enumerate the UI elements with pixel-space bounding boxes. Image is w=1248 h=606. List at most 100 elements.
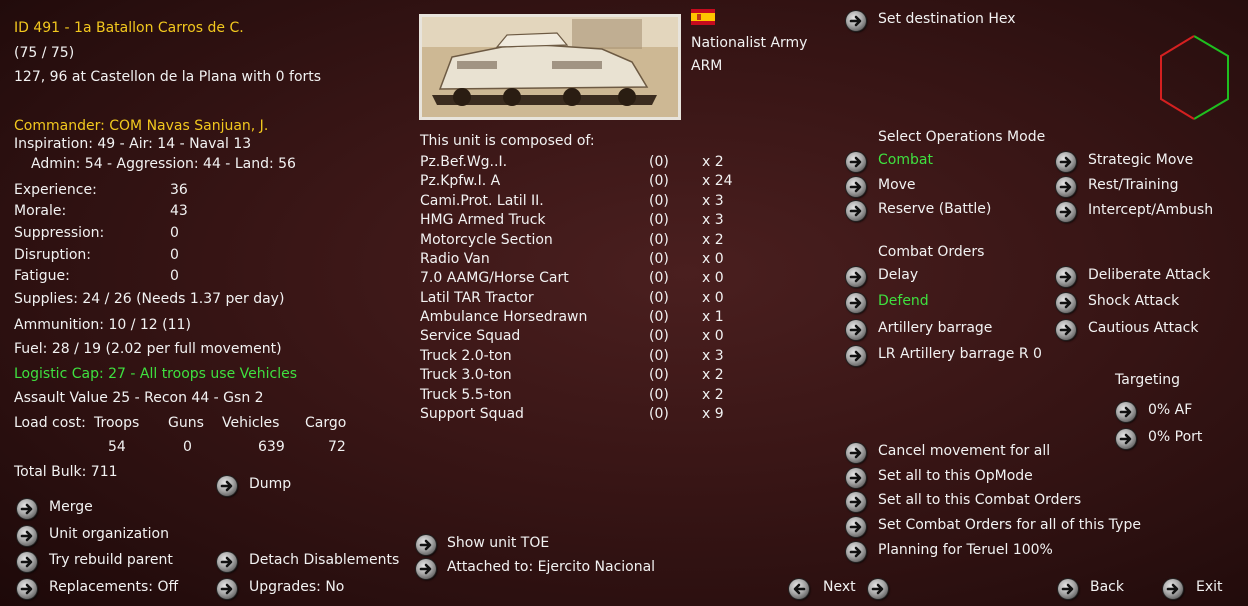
merge-button[interactable]: Merge — [49, 498, 93, 516]
composition-item-zero: (0) — [649, 270, 669, 286]
unit-organization-button[interactable]: Unit organization — [49, 525, 169, 543]
composition-item-name: Service Squad — [420, 328, 521, 344]
dump-arrow-icon[interactable] — [217, 476, 237, 496]
load-value-guns: 0 — [183, 439, 192, 455]
commander-inspiration: Inspiration: 49 - Air: 14 - Naval 13 — [14, 136, 252, 152]
stat-value: 43 — [170, 203, 188, 219]
unit-organization-arrow-icon[interactable] — [17, 526, 37, 546]
order-cautious-attack-option[interactable]: Cautious Attack — [1088, 319, 1198, 337]
attached-to-arrow-icon[interactable] — [416, 559, 436, 579]
composition-item-zero: (0) — [649, 173, 669, 189]
load-value-cargo: 72 — [328, 439, 346, 455]
merge-arrow-icon[interactable] — [17, 499, 37, 519]
show-unit-toe-button[interactable]: Show unit TOE — [447, 534, 549, 552]
targeting-port-arrow-icon[interactable] — [1116, 429, 1136, 449]
set-all-opmode-button[interactable]: Set all to this OpMode — [878, 467, 1033, 485]
show-toe-arrow-icon[interactable] — [416, 535, 436, 555]
load-value-troops: 54 — [108, 439, 126, 455]
order-lr-artillery-option[interactable]: LR Artillery barrage R 0 — [878, 345, 1042, 363]
move-arrow-icon[interactable] — [846, 177, 866, 197]
back-button[interactable]: Back — [1090, 578, 1124, 596]
order-deliberate-attack-option[interactable]: Deliberate Attack — [1088, 266, 1210, 284]
composition-title: This unit is composed of: — [420, 133, 595, 149]
order-defend-option[interactable]: Defend — [878, 292, 929, 310]
dump-button[interactable]: Dump — [249, 475, 291, 493]
composition-item-name: 7.0 AAMG/Horse Cart — [420, 270, 569, 286]
total-bulk-text: Total Bulk: 711 — [14, 464, 118, 480]
load-header-troops: Troops — [94, 415, 140, 431]
order-delay-option[interactable]: Delay — [878, 266, 918, 284]
ops-strategic-move-option[interactable]: Strategic Move — [1088, 151, 1193, 169]
rest-training-arrow-icon[interactable] — [1056, 177, 1076, 197]
ops-intercept-ambush-option[interactable]: Intercept/Ambush — [1088, 201, 1213, 219]
shock-attack-arrow-icon[interactable] — [1056, 293, 1076, 313]
commander-admin: Admin: 54 - Aggression: 44 - Land: 56 — [31, 156, 296, 172]
try-rebuild-arrow-icon[interactable] — [17, 552, 37, 572]
order-artillery-barrage-option[interactable]: Artillery barrage — [878, 319, 992, 337]
ops-move-option[interactable]: Move — [878, 176, 916, 194]
stat-value: 0 — [170, 225, 179, 241]
hex-direction-icon — [1160, 35, 1229, 120]
strategic-move-arrow-icon[interactable] — [1056, 152, 1076, 172]
cancel-movement-button[interactable]: Cancel movement for all — [878, 442, 1050, 460]
try-rebuild-parent-button[interactable]: Try rebuild parent — [49, 551, 173, 569]
stat-label: Experience: — [14, 182, 97, 198]
ops-rest-training-option[interactable]: Rest/Training — [1088, 176, 1178, 194]
exit-button[interactable]: Exit — [1196, 578, 1223, 596]
ops-reserve-option[interactable]: Reserve (Battle) — [878, 200, 991, 218]
order-shock-attack-option[interactable]: Shock Attack — [1088, 292, 1179, 310]
set-combat-orders-type-button[interactable]: Set Combat Orders for all of this Type — [878, 516, 1141, 534]
lr-artillery-arrow-icon[interactable] — [846, 346, 866, 366]
detach-disablements-button[interactable]: Detach Disablements — [249, 551, 399, 569]
composition-item-zero: (0) — [649, 367, 669, 383]
detach-arrow-icon[interactable] — [217, 552, 237, 572]
composition-item-name: HMG Armed Truck — [420, 212, 546, 228]
composition-item-name: Truck 2.0-ton — [420, 348, 512, 364]
exit-arrow-icon[interactable] — [1163, 579, 1183, 599]
unit-photo — [419, 14, 681, 120]
targeting-af-arrow-icon[interactable] — [1116, 402, 1136, 422]
composition-item-name: Support Squad — [420, 406, 524, 422]
targeting-af-option[interactable]: 0% AF — [1148, 401, 1192, 419]
composition-item-qty: x 2 — [702, 387, 724, 403]
delay-arrow-icon[interactable] — [846, 267, 866, 287]
composition-item-zero: (0) — [649, 328, 669, 344]
cancel-movement-arrow-icon[interactable] — [846, 443, 866, 463]
reserve-arrow-icon[interactable] — [846, 201, 866, 221]
composition-item-zero: (0) — [649, 387, 669, 403]
deliberate-attack-arrow-icon[interactable] — [1056, 267, 1076, 287]
back-arrow-icon[interactable] — [1058, 579, 1078, 599]
composition-item-name: Ambulance Horsedrawn — [420, 309, 588, 325]
cautious-attack-arrow-icon[interactable] — [1056, 320, 1076, 340]
load-header-vehicles: Vehicles — [222, 415, 280, 431]
assault-value-text: Assault Value 25 - Recon 44 - Gsn 2 — [14, 390, 264, 406]
combat-arrow-icon[interactable] — [846, 152, 866, 172]
upgrades-button[interactable]: Upgrades: No — [249, 578, 344, 596]
spain-flag-icon — [691, 9, 715, 25]
attached-to-button[interactable]: Attached to: Ejercito Nacional — [447, 558, 655, 576]
combat-orders-title: Combat Orders — [878, 244, 985, 260]
set-all-combat-orders-button[interactable]: Set all to this Combat Orders — [878, 491, 1081, 509]
stat-label: Suppression: — [14, 225, 105, 241]
composition-item-zero: (0) — [649, 251, 669, 267]
set-orders-type-arrow-icon[interactable] — [846, 517, 866, 537]
next-arrow-icon[interactable] — [868, 579, 888, 599]
replacements-arrow-icon[interactable] — [17, 579, 37, 599]
unit-location: 127, 96 at Castellon de la Plana with 0 … — [14, 69, 322, 85]
stat-label: Fatigue: — [14, 268, 70, 284]
composition-item-qty: x 1 — [702, 309, 724, 325]
replacements-button[interactable]: Replacements: Off — [49, 578, 178, 596]
upgrades-arrow-icon[interactable] — [217, 579, 237, 599]
planning-arrow-icon[interactable] — [846, 542, 866, 562]
intercept-arrow-icon[interactable] — [1056, 202, 1076, 222]
artillery-barrage-arrow-icon[interactable] — [846, 320, 866, 340]
defend-arrow-icon[interactable] — [846, 293, 866, 313]
set-opmode-arrow-icon[interactable] — [846, 468, 866, 488]
planning-button[interactable]: Planning for Teruel 100% — [878, 541, 1053, 559]
targeting-port-option[interactable]: 0% Port — [1148, 428, 1202, 446]
set-destination-arrow-icon[interactable] — [846, 11, 866, 31]
set-destination-hex-button[interactable]: Set destination Hex — [878, 10, 1016, 28]
previous-arrow-icon[interactable] — [789, 579, 809, 599]
set-orders-arrow-icon[interactable] — [846, 492, 866, 512]
ops-combat-option[interactable]: Combat — [878, 151, 933, 169]
